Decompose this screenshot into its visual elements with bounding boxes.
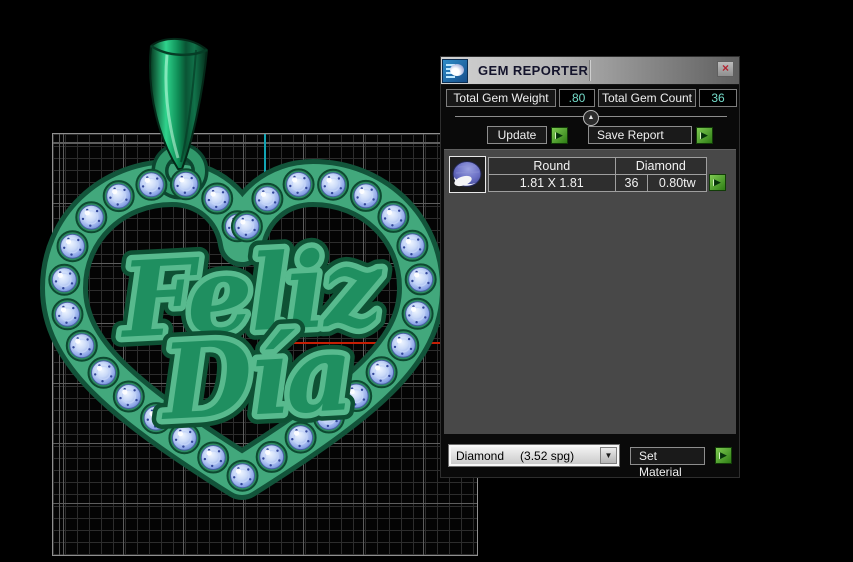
gem-table: Round Diamond 1.81 X 1.81 36 0.80tw xyxy=(488,157,708,192)
set-material-button[interactable]: Set Material xyxy=(630,446,705,479)
gem-reporter-icon xyxy=(442,58,468,83)
gem-stone[interactable] xyxy=(226,459,259,492)
save-report-button[interactable]: Save Report xyxy=(588,126,692,144)
gem-stone[interactable] xyxy=(377,200,410,233)
total-gem-count-label: Total Gem Count xyxy=(598,89,696,107)
gem-stone[interactable] xyxy=(75,201,108,234)
gem-stone[interactable] xyxy=(404,263,437,296)
gem-stone[interactable] xyxy=(251,182,284,215)
gem-stone[interactable] xyxy=(135,168,168,201)
save-report-play-icon[interactable]: ▶ xyxy=(696,126,713,144)
material-row: Diamond (3.52 spg) ▼ Set Material ▶ xyxy=(441,434,739,479)
gem-thumbnail[interactable] xyxy=(449,156,486,193)
gem-stone[interactable] xyxy=(65,329,98,362)
totals-row: Total Gem Weight .80 Total Gem Count 36 xyxy=(441,85,739,109)
gem-stone[interactable] xyxy=(112,380,145,413)
gem-reporter-panel: GEM REPORTER × Total Gem Weight .80 Tota… xyxy=(440,56,740,479)
update-play-icon[interactable]: ▶ xyxy=(551,126,568,144)
close-icon[interactable]: × xyxy=(717,61,734,77)
gem-stone[interactable] xyxy=(169,168,202,201)
material-name: Diamond xyxy=(456,448,505,463)
panel-title: GEM REPORTER xyxy=(478,63,589,78)
pendant-text-dia: Día xyxy=(156,311,353,444)
chevron-down-icon[interactable]: ▼ xyxy=(600,447,617,464)
total-gem-weight-value: .80 xyxy=(559,89,595,107)
gem-stone[interactable] xyxy=(56,230,89,263)
gem-stone[interactable] xyxy=(349,179,382,212)
collapse-arrow-icon[interactable]: ▲ xyxy=(583,110,599,126)
gem-stone[interactable] xyxy=(317,168,350,201)
gem-stone[interactable] xyxy=(387,329,420,362)
total-gem-count-value: 36 xyxy=(699,89,737,107)
gem-group-row[interactable]: Round Diamond 1.81 X 1.81 36 0.80tw ▶ xyxy=(449,156,731,193)
update-button[interactable]: Update xyxy=(487,126,547,144)
gem-stone[interactable] xyxy=(255,440,288,473)
set-material-play-icon[interactable]: ▶ xyxy=(715,447,732,464)
material-spg: (3.52 spg) xyxy=(520,448,575,463)
gem-list-area: Round Diamond 1.81 X 1.81 36 0.80tw ▶ xyxy=(444,149,736,434)
gem-stone[interactable] xyxy=(48,263,81,296)
total-gem-weight-label: Total Gem Weight xyxy=(446,89,556,107)
gem-type-header: Diamond xyxy=(614,157,708,175)
gem-stone[interactable] xyxy=(102,180,135,213)
material-select[interactable]: Diamond (3.52 spg) ▼ xyxy=(448,444,620,467)
gem-count-cell: 36 xyxy=(614,174,649,192)
gem-stone[interactable] xyxy=(365,356,398,389)
gem-stone[interactable] xyxy=(87,356,120,389)
gem-stone[interactable] xyxy=(51,298,84,331)
gem-stone[interactable] xyxy=(396,229,429,262)
gem-thumbnail-image xyxy=(452,161,482,187)
titlebar-separator xyxy=(589,60,591,81)
collapse-divider: ▲ xyxy=(441,109,739,126)
gem-stone[interactable] xyxy=(282,168,315,201)
gem-stone[interactable] xyxy=(201,182,234,215)
actions-row: Update ▶ Save Report ▶ xyxy=(441,124,739,149)
gem-weight-cell: 0.80tw xyxy=(647,174,707,192)
gem-stone[interactable] xyxy=(401,297,434,330)
material-select-value: Diamond (3.52 spg) xyxy=(451,447,600,464)
gem-size-cell: 1.81 X 1.81 xyxy=(488,174,616,192)
gem-shape-header: Round xyxy=(488,157,616,175)
gem-stone[interactable] xyxy=(197,441,230,474)
gem-row-play-icon[interactable]: ▶ xyxy=(709,174,726,191)
panel-titlebar[interactable]: GEM REPORTER × xyxy=(441,57,739,85)
